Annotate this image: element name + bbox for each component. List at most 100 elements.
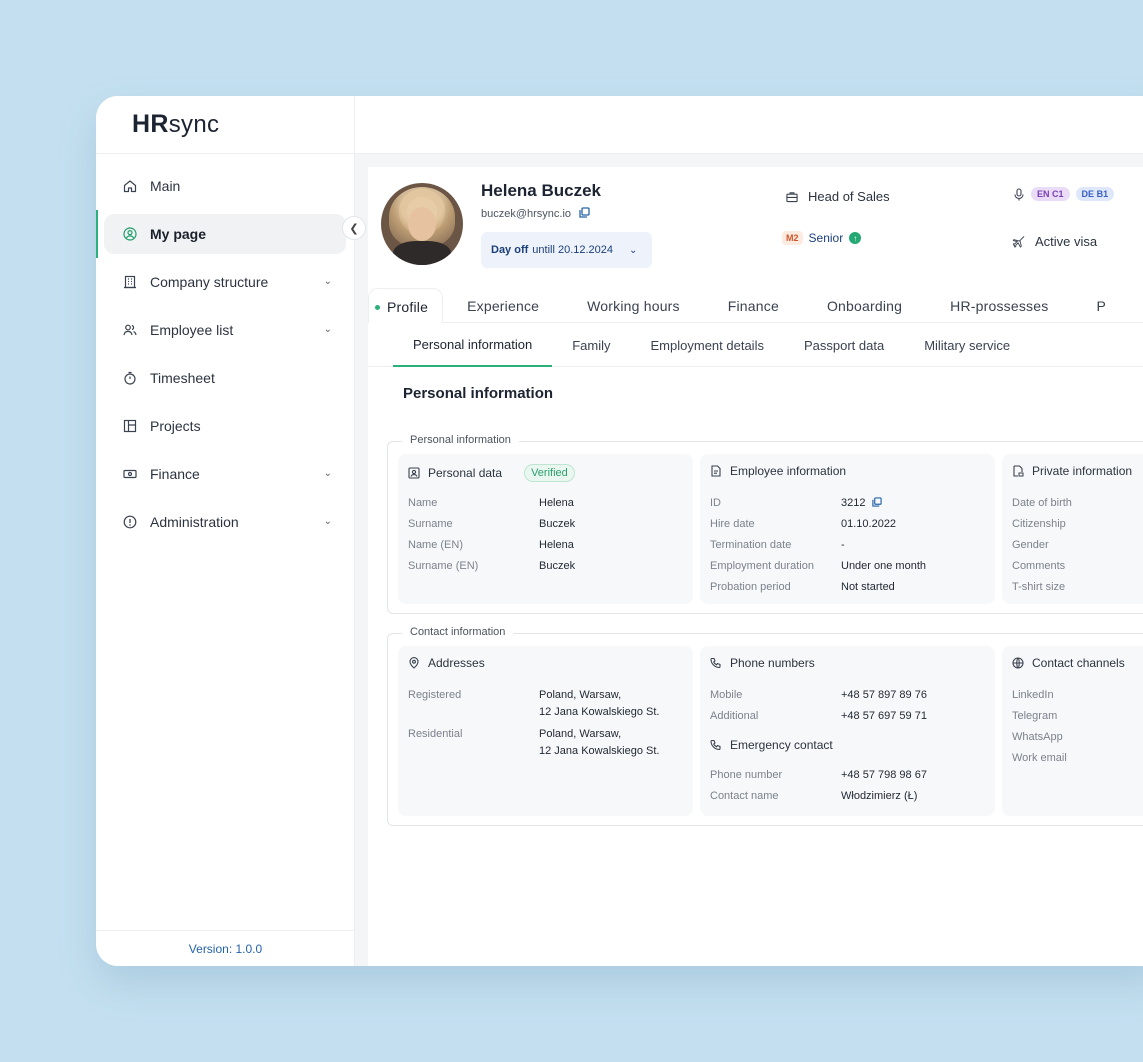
group-legend: Contact information bbox=[402, 626, 514, 638]
sidebar-item-employee-list[interactable]: Employee list ⌄ bbox=[104, 310, 346, 350]
dayoff-value: untill 20.12.2024 bbox=[532, 244, 614, 256]
microphone-icon bbox=[1013, 187, 1025, 200]
stopwatch-icon bbox=[122, 370, 138, 386]
contact-information-group: Contact information Addresses Registered… bbox=[387, 626, 1143, 826]
field-value: Poland, Warsaw, bbox=[539, 689, 622, 701]
sidebar-item-timesheet[interactable]: Timesheet bbox=[104, 358, 346, 398]
personal-data-card: Personal data Verified Name Helena Surnam… bbox=[398, 454, 693, 604]
field-value: Włodzimierz (Ł) bbox=[841, 790, 918, 802]
tab-finance[interactable]: Finance bbox=[704, 298, 803, 322]
card-header: Personal data Verified bbox=[408, 464, 575, 482]
sidebar-item-label: Finance bbox=[150, 466, 200, 482]
card-title: Private information bbox=[1032, 464, 1133, 478]
visa-row: Active visa bbox=[1013, 234, 1097, 249]
chevron-down-icon[interactable]: ⌄ bbox=[324, 468, 332, 479]
field-label: Hire date bbox=[710, 518, 755, 530]
field-value: 3212 bbox=[841, 497, 866, 509]
field-label: Gender bbox=[1012, 539, 1049, 551]
field-label: Probation period bbox=[710, 581, 791, 593]
chevron-down-icon: ⌄ bbox=[629, 244, 638, 256]
tab-onboarding[interactable]: Onboarding bbox=[803, 298, 926, 322]
field-value: Poland, Warsaw, bbox=[539, 728, 622, 740]
chevron-down-icon[interactable]: ⌄ bbox=[324, 324, 332, 335]
avatar bbox=[381, 183, 463, 265]
collapse-sidebar-button[interactable]: ❮ bbox=[342, 216, 366, 240]
field-value: +48 57 897 89 76 bbox=[841, 689, 927, 701]
field-value: Buczek bbox=[539, 560, 576, 572]
employee-information-card: Employee information ID 3212 Hire date 01.… bbox=[700, 454, 995, 604]
field-label: Work email bbox=[1012, 752, 1067, 764]
field-label: LinkedIn bbox=[1012, 689, 1054, 701]
sidebar-item-projects[interactable]: Projects bbox=[104, 406, 346, 446]
subtab-personal-information[interactable]: Personal information bbox=[393, 324, 553, 367]
phone-numbers-card: Phone numbers Mobile +48 57 897 89 76 Add… bbox=[700, 646, 995, 816]
chevron-down-icon[interactable]: ⌄ bbox=[324, 516, 332, 527]
field-label: Citizenship bbox=[1012, 518, 1066, 530]
tab-working-hours[interactable]: Working hours bbox=[563, 298, 704, 322]
avatar-face bbox=[408, 207, 436, 241]
field-label: Name bbox=[408, 497, 438, 509]
field-label: Surname (EN) bbox=[408, 560, 479, 572]
copy-icon[interactable] bbox=[872, 497, 882, 510]
chevron-down-icon[interactable]: ⌄ bbox=[324, 276, 332, 287]
subtab-passport-data[interactable]: Passport data bbox=[784, 324, 904, 367]
field-label: Termination date bbox=[710, 539, 792, 551]
logo: HR sync bbox=[96, 96, 354, 154]
sidebar-item-company-structure[interactable]: Company structure ⌄ bbox=[104, 262, 346, 302]
level-label: Senior bbox=[808, 231, 844, 245]
field-value: +48 57 798 98 67 bbox=[841, 769, 927, 781]
sidebar-item-label: Administration bbox=[150, 514, 239, 530]
verified-badge: Verified bbox=[524, 464, 575, 482]
sidebar-item-administration[interactable]: Administration ⌄ bbox=[104, 502, 346, 542]
user-circle-icon bbox=[122, 226, 138, 242]
visa-label: Active visa bbox=[1035, 234, 1098, 249]
contact-channels-card: Contact channels LinkedIn Telegram Whats… bbox=[1002, 646, 1143, 816]
sidebar-item-label: Company structure bbox=[150, 274, 269, 290]
profile-tabs: Profile Experience Working hours Finance… bbox=[368, 287, 1143, 323]
language-badge-en: EN C1 bbox=[1031, 187, 1070, 201]
field-label: WhatsApp bbox=[1012, 731, 1063, 743]
languages-row: EN C1 DE B1 bbox=[1013, 187, 1115, 201]
field-value: Buczek bbox=[539, 518, 576, 530]
private-document-icon bbox=[1012, 465, 1024, 477]
card-title: Phone numbers bbox=[730, 656, 815, 670]
role-label: Head of Sales bbox=[808, 189, 890, 204]
tab-profile[interactable]: Profile bbox=[368, 288, 444, 323]
version-label: Version: 1.0.0 bbox=[96, 930, 355, 966]
field-value: Helena bbox=[539, 539, 574, 551]
field-value: Under one month bbox=[841, 560, 926, 572]
sidebar-item-my-page[interactable]: My page bbox=[96, 210, 346, 258]
sidebar-item-main[interactable]: Main bbox=[104, 166, 346, 206]
briefcase-icon bbox=[786, 191, 798, 203]
field-value: Not started bbox=[841, 581, 895, 593]
dayoff-label: Day off bbox=[491, 244, 529, 256]
id-card-icon bbox=[408, 467, 420, 479]
field-value: 12 Jana Kowalskiego St. bbox=[539, 706, 660, 718]
chevron-left-icon: ❮ bbox=[349, 222, 359, 235]
app-window: HR sync Main My page Company structure ⌄ … bbox=[96, 96, 1143, 966]
copy-icon[interactable] bbox=[579, 207, 590, 221]
language-level: C1 bbox=[1052, 189, 1064, 199]
profile-email: buczek@hrsync.io bbox=[481, 208, 572, 220]
subtab-employment-details[interactable]: Employment details bbox=[631, 324, 784, 367]
location-pin-icon bbox=[408, 657, 420, 669]
profile-email-row: buczek@hrsync.io bbox=[481, 207, 590, 221]
card-title: Contact channels bbox=[1032, 656, 1125, 670]
field-value: - bbox=[841, 539, 845, 551]
plane-icon bbox=[1013, 236, 1025, 248]
language-code: DE bbox=[1081, 189, 1095, 199]
sidebar-item-finance[interactable]: Finance ⌄ bbox=[104, 454, 346, 494]
profile-name: Helena Buczek bbox=[481, 181, 601, 200]
tab-p[interactable]: P bbox=[1072, 298, 1130, 322]
field-label: Name (EN) bbox=[408, 539, 464, 551]
field-label: Phone number bbox=[710, 769, 783, 781]
globe-icon bbox=[1012, 657, 1024, 669]
tab-experience[interactable]: Experience bbox=[443, 298, 563, 322]
tab-hr-processes[interactable]: HR-prossesses bbox=[926, 298, 1072, 322]
active-indicator bbox=[96, 210, 98, 258]
field-label: Residential bbox=[408, 728, 463, 740]
field-label: Comments bbox=[1012, 560, 1066, 572]
subtab-military-service[interactable]: Military service bbox=[904, 324, 1030, 367]
subtab-family[interactable]: Family bbox=[552, 324, 630, 367]
dayoff-dropdown[interactable]: Day off untill 20.12.2024 ⌄ bbox=[481, 232, 652, 268]
